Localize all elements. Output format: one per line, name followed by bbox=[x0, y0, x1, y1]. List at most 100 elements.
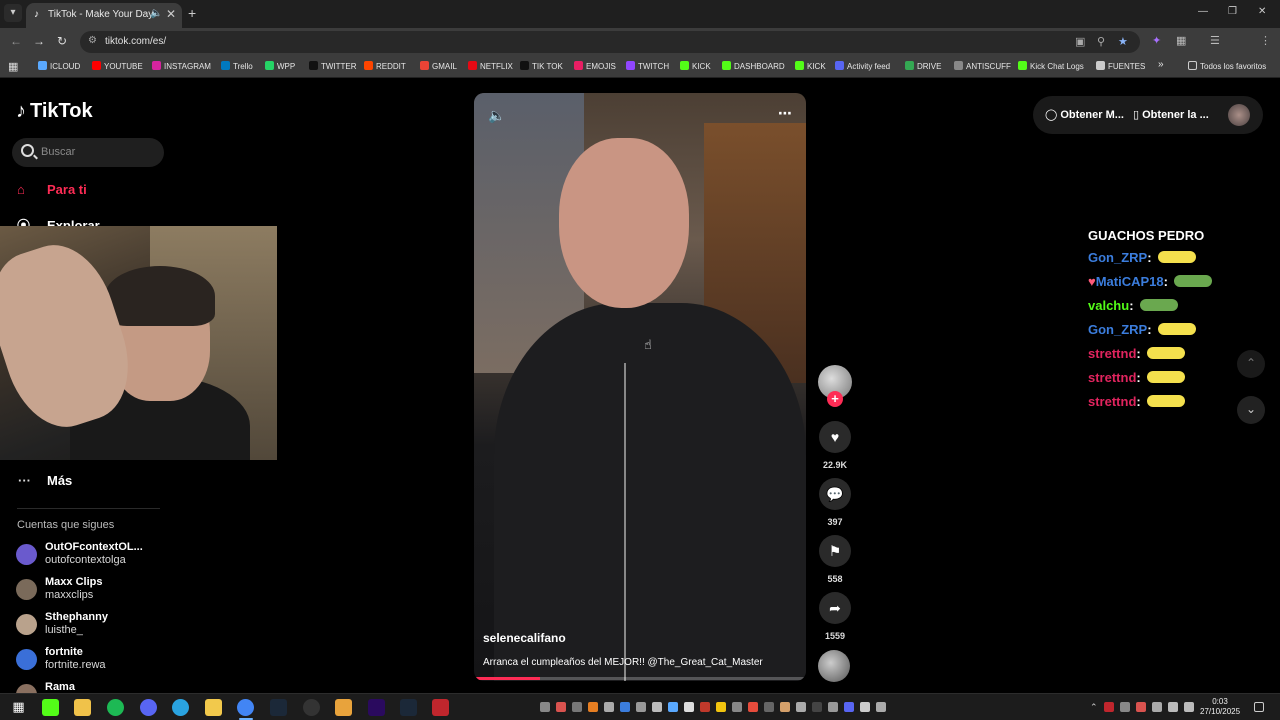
speaker-icon[interactable]: 🔈 bbox=[150, 8, 162, 19]
tray-icon[interactable] bbox=[668, 702, 678, 712]
tray-icon[interactable] bbox=[876, 702, 886, 712]
tray-icon[interactable] bbox=[572, 702, 582, 712]
steam-icon-2[interactable] bbox=[400, 699, 417, 716]
voicemeeter-icon[interactable] bbox=[432, 699, 449, 716]
video-player[interactable]: 🔈 ⋯ ☝ selenecalifano Arranca el cumpleañ… bbox=[474, 93, 806, 681]
tiktok-logo[interactable]: ♪ TikTok bbox=[16, 100, 93, 123]
tray-icon[interactable] bbox=[620, 702, 630, 712]
tray-icon[interactable] bbox=[748, 702, 758, 712]
tray-icon[interactable] bbox=[700, 702, 710, 712]
sticky-notes-icon[interactable] bbox=[205, 699, 222, 716]
like-button[interactable]: ♥ bbox=[819, 421, 851, 453]
install-app-icon[interactable]: ▣ bbox=[1075, 35, 1085, 48]
following-account[interactable]: Maxx Clips maxxclips bbox=[16, 576, 176, 606]
tray-icon[interactable] bbox=[636, 702, 646, 712]
save-button[interactable]: ⚑ bbox=[819, 535, 851, 567]
search-input[interactable]: Buscar bbox=[12, 138, 164, 167]
bookmark-12[interactable]: KICK bbox=[680, 61, 711, 71]
chrome-icon[interactable] bbox=[237, 699, 254, 716]
bookmark-10[interactable]: EMOJIS bbox=[574, 61, 616, 71]
next-video-button[interactable]: ⌄ bbox=[1237, 396, 1265, 424]
minimize-icon[interactable]: — bbox=[1198, 6, 1208, 17]
following-account[interactable]: fortnite fortnite.rewa bbox=[16, 646, 176, 676]
bookmark-11[interactable]: TWITCH bbox=[626, 61, 669, 71]
tray-icon[interactable] bbox=[732, 702, 742, 712]
tray-icon[interactable] bbox=[1104, 702, 1114, 712]
back-icon[interactable]: ← bbox=[10, 34, 22, 48]
all-bookmarks-folder[interactable]: Todos los favoritos bbox=[1188, 61, 1266, 71]
steam-icon[interactable] bbox=[270, 699, 287, 716]
bookmark-0[interactable]: ICLOUD bbox=[38, 61, 80, 71]
tray-icon[interactable] bbox=[716, 702, 726, 712]
tray-icon[interactable] bbox=[860, 702, 870, 712]
bookmark-8[interactable]: NETFLIX bbox=[468, 61, 513, 71]
bookmark-7[interactable]: GMAIL bbox=[420, 61, 457, 71]
bookmark-star-icon[interactable]: ★ bbox=[1118, 35, 1128, 48]
tab-tiktok[interactable]: ♪ TikTok - Make Your Day 🔈 ✕ bbox=[26, 3, 182, 28]
tray-icon[interactable] bbox=[684, 702, 694, 712]
tray-icon[interactable] bbox=[588, 702, 598, 712]
comment-button[interactable]: 💬 bbox=[819, 478, 851, 510]
tray-icon[interactable] bbox=[812, 702, 822, 712]
tray-icon[interactable] bbox=[540, 702, 550, 712]
close-tab-icon[interactable]: ✕ bbox=[166, 7, 176, 21]
extension-icon[interactable]: ✦ bbox=[1152, 34, 1161, 47]
bookmark-13[interactable]: DASHBOARD bbox=[722, 61, 785, 71]
tab-search-button[interactable]: ▾ bbox=[4, 4, 22, 22]
show-hidden-icons-chevron-icon[interactable]: ⌃ bbox=[1090, 702, 1100, 712]
follow-plus-icon[interactable]: + bbox=[827, 391, 843, 407]
telegram-icon[interactable] bbox=[172, 699, 189, 716]
tray-icon[interactable] bbox=[556, 702, 566, 712]
address-bar[interactable]: ⚙ tiktok.com/es/ ▣ ⚲ ★ bbox=[80, 31, 1140, 53]
spotify-icon[interactable] bbox=[107, 699, 124, 716]
bookmark-15[interactable]: Activity feed bbox=[835, 61, 890, 71]
nav-more[interactable]: ··· Más bbox=[18, 473, 72, 488]
tray-icon[interactable] bbox=[844, 702, 854, 712]
forward-icon[interactable]: → bbox=[33, 34, 45, 48]
volume-tray-icon[interactable] bbox=[1184, 702, 1194, 712]
nav-for-you[interactable]: ⌂ Para ti bbox=[17, 182, 87, 197]
apps-grid-icon[interactable]: ▦ bbox=[8, 60, 18, 73]
following-account[interactable]: Sthephanny luisthe_ bbox=[16, 611, 176, 641]
notifications-icon[interactable] bbox=[1254, 702, 1264, 712]
close-window-icon[interactable]: ✕ bbox=[1258, 6, 1266, 17]
get-app-button[interactable]: ▯ Obtener la ... bbox=[1133, 108, 1209, 121]
more-bookmarks-icon[interactable]: » bbox=[1158, 59, 1164, 70]
discord-icon[interactable] bbox=[140, 699, 157, 716]
bookmark-5[interactable]: TWITTER bbox=[309, 61, 357, 71]
bookmark-18[interactable]: Kick Chat Logs bbox=[1018, 61, 1084, 71]
network-icon[interactable] bbox=[1168, 702, 1178, 712]
bookmark-19[interactable]: FUENTES bbox=[1096, 61, 1145, 71]
side-panel-icon[interactable]: ☰ bbox=[1210, 34, 1220, 47]
bookmark-2[interactable]: INSTAGRAM bbox=[152, 61, 211, 71]
obs-icon[interactable] bbox=[303, 699, 320, 716]
previous-video-button[interactable]: ⌃ bbox=[1237, 350, 1265, 378]
kick-app-icon[interactable] bbox=[42, 699, 59, 716]
bookmark-16[interactable]: DRIVE bbox=[905, 61, 941, 71]
video-author[interactable]: selenecalifano bbox=[483, 631, 566, 645]
restore-icon[interactable]: ❐ bbox=[1228, 6, 1237, 17]
video-options-icon[interactable]: ⋯ bbox=[778, 105, 792, 122]
reload-icon[interactable]: ↻ bbox=[57, 34, 67, 48]
get-coins-button[interactable]: ◯ Obtener M... bbox=[1045, 108, 1124, 121]
bookmark-6[interactable]: REDDIT bbox=[364, 61, 406, 71]
bookmark-1[interactable]: YOUTUBE bbox=[92, 61, 143, 71]
tray-icon[interactable] bbox=[652, 702, 662, 712]
tray-icon[interactable] bbox=[764, 702, 774, 712]
browser-menu-icon[interactable]: ⋮ bbox=[1260, 34, 1271, 47]
tray-icon[interactable] bbox=[1152, 702, 1162, 712]
system-clock[interactable]: 0:03 27/10/2025 bbox=[1200, 697, 1240, 717]
following-account[interactable]: OutOFcontextOL... outofcontextolga bbox=[16, 541, 176, 571]
premiere-icon[interactable] bbox=[368, 699, 385, 716]
tray-icon[interactable] bbox=[1136, 702, 1146, 712]
profile-avatar[interactable] bbox=[1228, 104, 1250, 126]
tray-icon[interactable] bbox=[604, 702, 614, 712]
bookmark-14[interactable]: KICK bbox=[795, 61, 826, 71]
file-explorer-icon[interactable] bbox=[74, 699, 91, 716]
volume-icon[interactable]: 🔈 bbox=[488, 107, 505, 124]
tray-icon[interactable] bbox=[780, 702, 790, 712]
extensions-puzzle-icon[interactable]: ▦ bbox=[1176, 34, 1186, 47]
windows-start-icon[interactable]: ▦ bbox=[10, 699, 27, 716]
bookmark-3[interactable]: Trello bbox=[221, 61, 253, 71]
bookmark-4[interactable]: WPP bbox=[265, 61, 295, 71]
